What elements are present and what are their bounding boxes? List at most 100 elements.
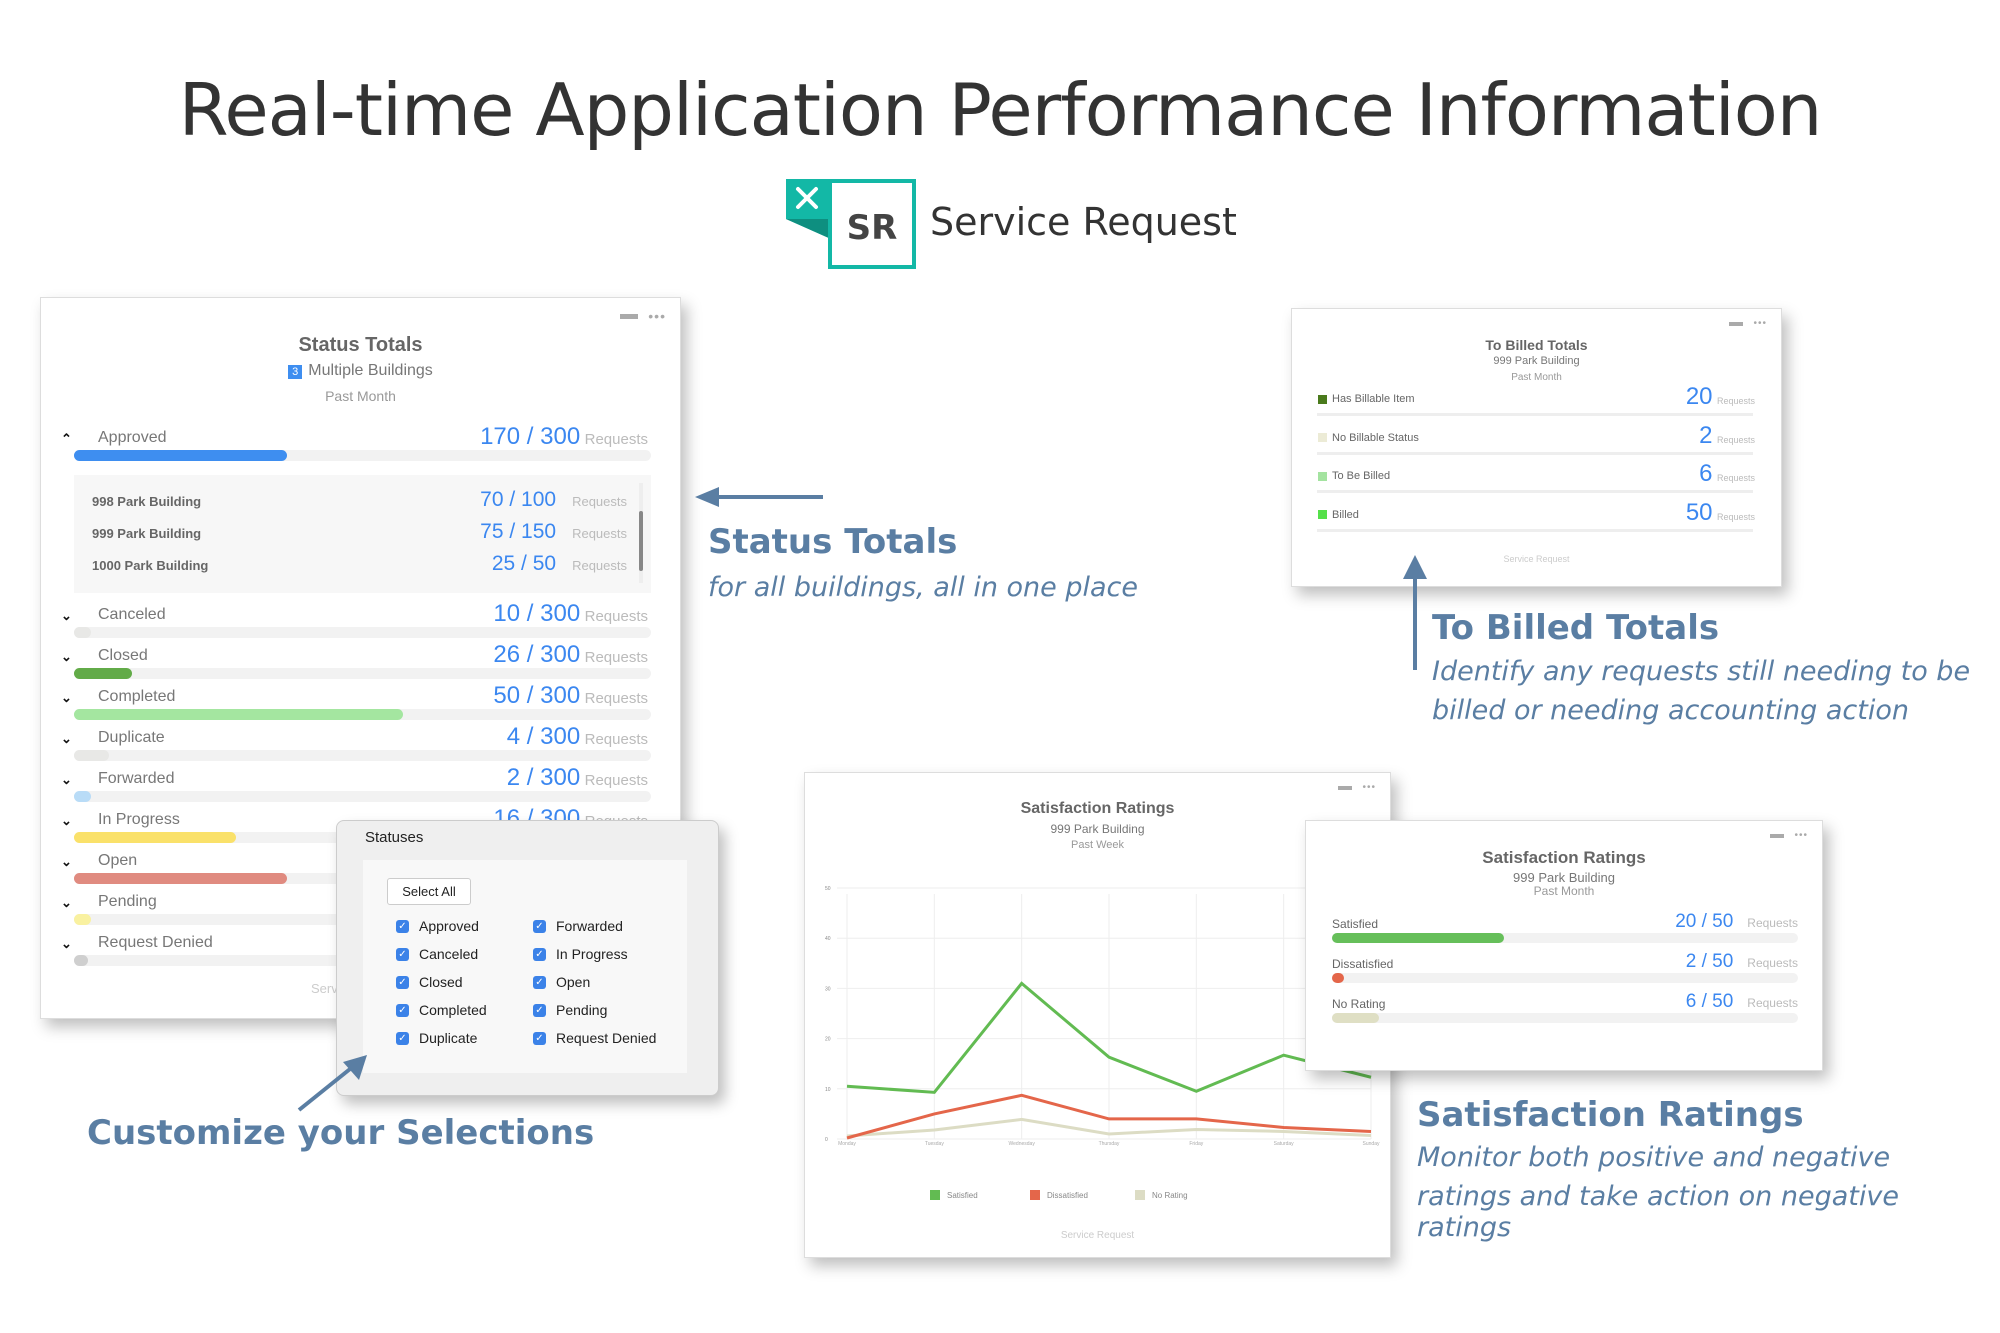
status-value: 10 / 300 Requests [493, 600, 648, 627]
minimize-icon[interactable] [620, 314, 639, 319]
status-label[interactable]: Pending [98, 893, 157, 911]
rating-label: No Rating [1332, 997, 1386, 1011]
progress-bar [1332, 933, 1798, 943]
checkbox-checked-icon[interactable]: ✓ [533, 1031, 546, 1045]
arrow-left-icon [695, 487, 823, 507]
checkbox-checked-icon[interactable]: ✓ [396, 975, 409, 989]
period: Past Month [325, 388, 396, 404]
chevron-down-icon[interactable]: ⌄ [61, 854, 72, 870]
status-label[interactable]: Forwarded [98, 770, 174, 788]
period: Past Month [1533, 884, 1595, 898]
status-checkbox[interactable]: ✓ Open [533, 974, 590, 990]
checkbox-checked-icon[interactable]: ✓ [396, 1031, 409, 1045]
status-checkbox[interactable]: ✓ Forwarded [533, 918, 623, 934]
x-tick-label: Tuesday [925, 1141, 944, 1147]
building-name: 998 Park Building [92, 494, 202, 509]
legend-label: No Rating [1152, 1191, 1188, 1200]
progress-bar [1332, 973, 1798, 983]
status-value: 2 / 300 Requests [506, 764, 648, 791]
billing-row-value: 2 Requests [1699, 421, 1755, 449]
select-all-button[interactable]: Select All [387, 878, 471, 905]
status-value: 4 / 300 Requests [506, 723, 648, 750]
chevron-up-icon[interactable]: ⌃ [61, 431, 72, 447]
checkbox-checked-icon[interactable]: ✓ [396, 947, 409, 961]
svg-text:SR: SR [847, 208, 898, 248]
legend-swatch [1318, 510, 1327, 519]
checkbox-checked-icon[interactable]: ✓ [533, 919, 546, 933]
status-checkbox[interactable]: ✓ Approved [396, 918, 479, 934]
progress-bar [74, 709, 651, 720]
building-value: 70 / 100 Requests [480, 488, 627, 511]
status-checkbox[interactable]: ✓ Canceled [396, 946, 478, 962]
subtitle: 999 Park Building [1513, 870, 1615, 885]
status-label[interactable]: In Progress [98, 811, 180, 829]
period: Past Month [1511, 372, 1562, 383]
arrow-up-icon [1403, 555, 1427, 670]
chevron-down-icon[interactable]: ⌄ [61, 772, 72, 788]
minimize-icon[interactable] [1770, 833, 1785, 838]
rating-label: Satisfied [1332, 917, 1379, 931]
status-label[interactable]: Canceled [98, 606, 166, 624]
legend-label: Satisfied [947, 1191, 978, 1200]
status-label[interactable]: Completed [98, 688, 175, 706]
buildings-selector[interactable]: 3 Multiple Buildings [41, 362, 680, 380]
chevron-down-icon[interactable]: ⌄ [61, 813, 72, 829]
status-label[interactable]: Request Denied [98, 934, 213, 952]
y-tick-label: 40 [825, 936, 831, 942]
annotation-text: billed or needing accounting action [1432, 695, 1909, 726]
status-checkbox[interactable]: ✓ Duplicate [396, 1030, 477, 1046]
status-label[interactable]: Approved [98, 429, 167, 447]
progress-bar [74, 750, 651, 761]
rating-value: 20 / 50 Requests [1675, 911, 1798, 932]
progress-bar [74, 668, 651, 679]
checkbox-checked-icon[interactable]: ✓ [396, 919, 409, 933]
annotation-text: Monitor both positive and negative [1417, 1142, 1891, 1173]
status-checkbox[interactable]: ✓ In Progress [533, 946, 628, 962]
chevron-down-icon[interactable]: ⌄ [61, 936, 72, 952]
satisfaction-ratings-panel: ••• Satisfaction Ratings 999 Park Buildi… [1305, 820, 1823, 1071]
scrollbar[interactable] [639, 483, 643, 583]
chevron-down-icon[interactable]: ⌄ [61, 731, 72, 747]
chevron-down-icon[interactable]: ⌄ [61, 608, 72, 624]
x-tick-label: Friday [1189, 1141, 1203, 1147]
checkbox-checked-icon[interactable]: ✓ [533, 1003, 546, 1017]
more-options-icon[interactable]: ••• [1753, 319, 1767, 329]
more-options-icon[interactable]: ••• [1794, 831, 1808, 841]
minimize-icon[interactable] [1729, 321, 1744, 326]
status-label[interactable]: Open [98, 852, 137, 870]
row-divider [1317, 490, 1753, 493]
row-divider [1317, 413, 1753, 416]
status-label[interactable]: Duplicate [98, 729, 165, 747]
statuses-popup: Statuses Select All ✓ Approved ✓ Canceled ✓ C… [336, 820, 719, 1096]
building-name: 999 Park Building [92, 526, 202, 541]
legend-swatch [930, 1190, 940, 1200]
more-options-icon[interactable]: ••• [648, 309, 666, 323]
status-checkbox[interactable]: ✓ Request Denied [533, 1030, 656, 1046]
status-options: Select All ✓ Approved ✓ Canceled ✓ Closed ✓ Com… [363, 860, 687, 1073]
checkbox-checked-icon[interactable]: ✓ [533, 947, 546, 961]
chevron-down-icon[interactable]: ⌄ [61, 895, 72, 911]
annotation-title: Status Totals [708, 522, 958, 562]
checkbox-checked-icon[interactable]: ✓ [396, 1003, 409, 1017]
status-checkbox[interactable]: ✓ Completed [396, 1002, 487, 1018]
y-tick-label: 10 [825, 1087, 831, 1093]
checkbox-checked-icon[interactable]: ✓ [533, 975, 546, 989]
progress-bar [74, 627, 651, 638]
legend-swatch [1318, 433, 1327, 442]
chevron-down-icon[interactable]: ⌄ [61, 690, 72, 706]
billing-row-label: Has Billable Item [1318, 393, 1415, 405]
annotation-title: To Billed Totals [1432, 608, 1720, 648]
annotation-title: Satisfaction Ratings [1417, 1095, 1804, 1135]
page-title: Real-time Application Performance Inform… [178, 68, 1823, 152]
subtitle: 999 Park Building [1493, 355, 1580, 367]
x-tick-label: Wednesday [1009, 1141, 1036, 1147]
y-tick-label: 30 [825, 986, 831, 992]
status-label[interactable]: Closed [98, 647, 148, 665]
x-tick-label: Monday [838, 1141, 856, 1147]
panel-title: Satisfaction Ratings [1482, 848, 1646, 867]
status-checkbox[interactable]: ✓ Pending [533, 1002, 607, 1018]
x-tick-label: Thursday [1099, 1141, 1120, 1147]
status-checkbox[interactable]: ✓ Closed [396, 974, 463, 990]
chevron-down-icon[interactable]: ⌄ [61, 649, 72, 665]
panel-footer: Service Request [1503, 554, 1570, 564]
